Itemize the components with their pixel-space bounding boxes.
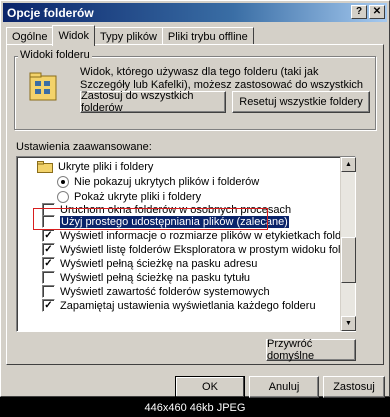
radio-show-hidden[interactable]: Pokaż ukryte pliki i foldery — [57, 190, 201, 203]
radio-dot — [61, 179, 65, 184]
checkbox[interactable]: ✓ — [42, 257, 55, 270]
ok-button[interactable]: OK — [175, 376, 245, 398]
scroll-down-icon[interactable]: ▼ — [341, 316, 356, 331]
advanced-settings-label: Ustawienia zaawansowane: — [16, 141, 152, 153]
radio-button[interactable] — [57, 175, 69, 188]
list-scrollbar[interactable]: ▲ ▼ — [340, 157, 356, 331]
list-item-label: Pokaż ukryte pliki i foldery — [74, 190, 202, 203]
list-item-label: Ukryte pliki i foldery — [58, 160, 154, 173]
checkbox-file-size-tooltips[interactable]: ✓ Wyświetl informacje o rozmiarze plików… — [42, 229, 356, 242]
folder-icon — [37, 160, 53, 173]
cancel-button[interactable]: Anuluj — [249, 376, 319, 398]
list-item-label: Wyświetl pełną ścieżkę na pasku tytułu — [60, 271, 251, 284]
help-button[interactable]: ? — [351, 5, 367, 19]
list-item-label: Zapamiętaj ustawienia wyświetlania każde… — [60, 299, 316, 312]
radio-button[interactable] — [57, 190, 69, 203]
tab-file-types[interactable]: Typy plików — [94, 27, 163, 45]
restore-defaults-button[interactable]: Przywróć domyślne — [266, 338, 356, 362]
scroll-thumb[interactable] — [341, 237, 356, 283]
apply-button[interactable]: Zastosuj — [323, 376, 385, 398]
checkbox-full-path-address[interactable]: ✓ Wyświetl pełną ścieżkę na pasku adresu — [42, 257, 257, 270]
tab-strip: Ogólne Widok Typy plików Pliki trybu off… — [6, 25, 254, 46]
checkbox-explorer-folder-list[interactable]: ✓ Wyświetl listę folderów Eksploratora w… — [42, 243, 356, 256]
list-item-label: Nie pokazuj ukrytych plików i folderów — [74, 175, 260, 188]
list-item-label: Wyświetl listę folderów Eksploratora w p… — [60, 243, 356, 256]
window-title: Opcje folderów — [7, 5, 94, 20]
checkbox[interactable]: ✓ — [42, 229, 55, 242]
close-button[interactable]: ✕ — [369, 5, 385, 19]
list-item-label: Wyświetl pełną ścieżkę na pasku adresu — [60, 257, 258, 270]
checkbox-remember-view[interactable]: ✓ Zapamiętaj ustawienia wyświetlania każ… — [42, 299, 316, 312]
reset-all-folders-button[interactable]: Resetuj wszystkie foldery — [232, 91, 370, 113]
annotation-highlight-box — [33, 208, 268, 230]
tab-general[interactable]: Ogólne — [6, 27, 54, 45]
image-caption: 446x460 46kb JPEG — [0, 398, 390, 417]
list-item-label: Wyświetl zawartość folderów systemowych — [60, 285, 270, 298]
checkbox[interactable]: ✓ — [42, 243, 55, 256]
apply-to-all-folders-button[interactable]: Zastosuj do wszystkich folderów — [80, 90, 226, 114]
radio-hide-hidden[interactable]: Nie pokazuj ukrytych plików i folderów — [57, 175, 259, 188]
checkbox-system-folders[interactable]: Wyświetl zawartość folderów systemowych — [42, 285, 270, 298]
title-bar[interactable]: Opcje folderów ? ✕ — [3, 3, 387, 22]
checkbox[interactable]: ✓ — [42, 299, 55, 312]
scroll-up-icon[interactable]: ▲ — [341, 157, 356, 172]
list-item-hidden-files: Ukryte pliki i foldery — [37, 160, 153, 173]
checkbox[interactable] — [42, 271, 55, 284]
checkbox[interactable] — [42, 285, 55, 298]
folder-views-icon — [29, 72, 57, 101]
tab-offline-files[interactable]: Pliki trybu offline — [161, 27, 254, 45]
folder-views-legend: Widoki folderu — [18, 49, 92, 61]
list-item-label: Wyświetl informacje o rozmiarze plików w… — [60, 229, 356, 242]
advanced-settings-list[interactable]: Ukryte pliki i foldery Nie pokazuj ukryt… — [16, 156, 356, 332]
checkbox-full-path-title[interactable]: Wyświetl pełną ścieżkę na pasku tytułu — [42, 271, 250, 284]
tab-view[interactable]: Widok — [52, 25, 96, 46]
